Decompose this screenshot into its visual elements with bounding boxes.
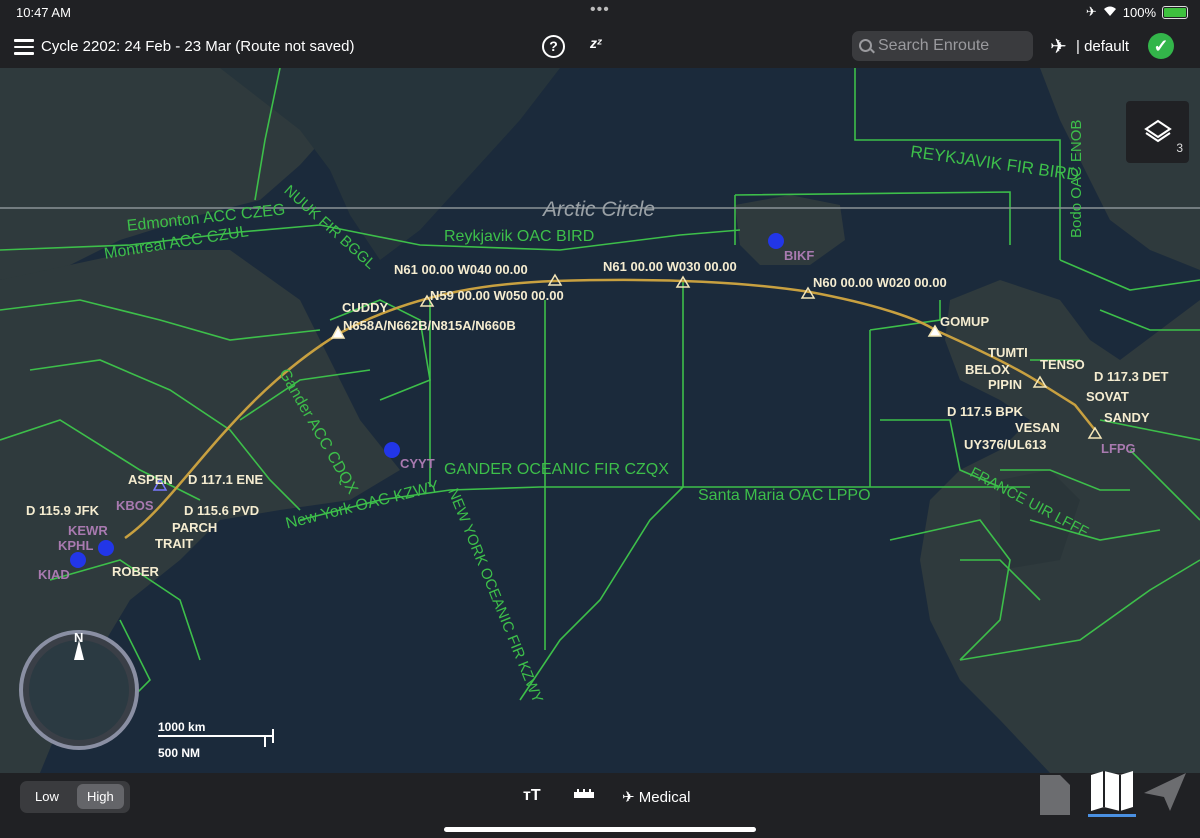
- enroute-map[interactable]: Arctic Circle REYKJAVIK FIR BIRD Bodo OA…: [0, 68, 1200, 773]
- help-icon[interactable]: ?: [542, 35, 565, 58]
- high-altitude-toggle[interactable]: High: [77, 784, 124, 809]
- scale-bar: 1000 km 500 NM: [158, 718, 274, 760]
- medical-label: Medical: [638, 789, 691, 806]
- waypoint-d1175-bpk[interactable]: D 117.5 BPK: [947, 404, 1023, 419]
- waypoint-d1159-jfk[interactable]: D 115.9 JFK: [26, 503, 99, 518]
- battery-icon: [1162, 5, 1188, 19]
- battery-percent: 100%: [1122, 4, 1156, 20]
- waypoint-labels: CUDDY N658A/N662B/N815A/N660B N61 00.00 …: [0, 68, 1200, 773]
- airport-cyyt[interactable]: CYYT: [400, 456, 435, 471]
- airport-kbos[interactable]: KBOS: [116, 498, 154, 513]
- airport-kiad[interactable]: KIAD: [38, 567, 70, 582]
- airport-bikf[interactable]: BIKF: [784, 248, 814, 263]
- waypoint-d1173-det[interactable]: D 117.3 DET: [1094, 369, 1168, 384]
- layers-count: 3: [1176, 141, 1183, 155]
- waypoint-vesan[interactable]: VESAN: [1015, 420, 1060, 435]
- waypoint-sovat[interactable]: SOVAT: [1086, 389, 1129, 404]
- waypoint-belox[interactable]: BELOX: [965, 362, 1010, 377]
- clock: 10:47 AM: [16, 5, 71, 20]
- text-size-icon[interactable]: тT: [523, 787, 541, 805]
- airport-lfpg[interactable]: LFPG: [1101, 441, 1136, 456]
- waypoint-n59w050[interactable]: N59 00.00 W050 00.00: [430, 288, 564, 303]
- low-altitude-toggle[interactable]: Low: [35, 789, 59, 804]
- altitude-segmented-control[interactable]: Low High: [20, 781, 130, 813]
- aircraft-profile-icon[interactable]: ✈: [1050, 34, 1067, 59]
- status-bar: 10:47 AM ••• ✈ 100%: [0, 0, 1200, 24]
- scale-nm: 500 NM: [158, 746, 201, 760]
- hamburger-menu-icon[interactable]: [14, 39, 34, 55]
- waypoint-pipin[interactable]: PIPIN: [988, 377, 1022, 392]
- search-icon: [859, 39, 872, 52]
- waypoint-parch[interactable]: PARCH: [172, 520, 217, 535]
- waypoint-sandy[interactable]: SANDY: [1104, 410, 1150, 425]
- waypoint-n60w020[interactable]: N60 00.00 W020 00.00: [813, 275, 947, 290]
- waypoint-d1171-ene[interactable]: D 117.1 ENE: [188, 472, 263, 487]
- waypoint-aspen[interactable]: ASPEN: [128, 472, 173, 487]
- layers-icon: [1144, 119, 1172, 143]
- airport-kphl[interactable]: KPHL: [58, 538, 93, 553]
- search-placeholder: Search Enroute: [878, 37, 990, 54]
- scale-km: 1000 km: [158, 720, 206, 734]
- multitask-dots[interactable]: •••: [590, 1, 610, 19]
- airplane-mode-icon: ✈: [1085, 4, 1097, 19]
- waypoint-tumti[interactable]: TUMTI: [988, 345, 1028, 360]
- document-icon[interactable]: [1038, 773, 1072, 822]
- waypoint-rober[interactable]: ROBER: [112, 564, 159, 579]
- medical-button[interactable]: ✈ Medical: [622, 788, 690, 806]
- paper-plane-icon[interactable]: [1142, 771, 1188, 820]
- bottom-bar: Low High тT ✈ Medical: [0, 771, 1200, 838]
- waypoint-cuddy[interactable]: CUDDY: [342, 300, 388, 315]
- compass-n-label: N: [74, 630, 84, 645]
- waypoint-n61w030[interactable]: N61 00.00 W030 00.00: [603, 259, 737, 274]
- aircraft-profile-label[interactable]: | default: [1076, 38, 1129, 55]
- ruler-icon[interactable]: [573, 787, 595, 806]
- route-status-check-icon[interactable]: ✓: [1148, 33, 1174, 59]
- cycle-title[interactable]: Cycle 2202: 24 Feb - 23 Mar (Route not s…: [41, 38, 355, 55]
- waypoint-tenso[interactable]: TENSO: [1040, 357, 1085, 372]
- waypoint-nat-tracks[interactable]: N658A/N662B/N815A/N660B: [343, 318, 516, 333]
- wifi-icon: [1103, 5, 1117, 20]
- active-tab-indicator: [1088, 814, 1136, 817]
- status-right: ✈ 100%: [1086, 4, 1188, 20]
- waypoint-uy376[interactable]: UY376/UL613: [964, 437, 1046, 452]
- waypoint-n61w040[interactable]: N61 00.00 W040 00.00: [394, 262, 528, 277]
- sleep-icon[interactable]: zᶻ: [590, 35, 602, 51]
- waypoint-trait[interactable]: TRAIT: [155, 536, 193, 551]
- waypoint-gomup[interactable]: GOMUP: [940, 314, 989, 329]
- search-input[interactable]: Search Enroute: [852, 31, 1033, 61]
- top-toolbar: Cycle 2202: 24 Feb - 23 Mar (Route not s…: [0, 24, 1200, 68]
- layers-button[interactable]: 3: [1126, 101, 1189, 163]
- waypoint-d1156-pvd[interactable]: D 115.6 PVD: [184, 503, 259, 518]
- map-icon[interactable]: [1089, 769, 1135, 818]
- home-indicator[interactable]: [444, 827, 756, 832]
- airport-kewr[interactable]: KEWR: [68, 523, 108, 538]
- airplane-icon: ✈: [622, 789, 635, 806]
